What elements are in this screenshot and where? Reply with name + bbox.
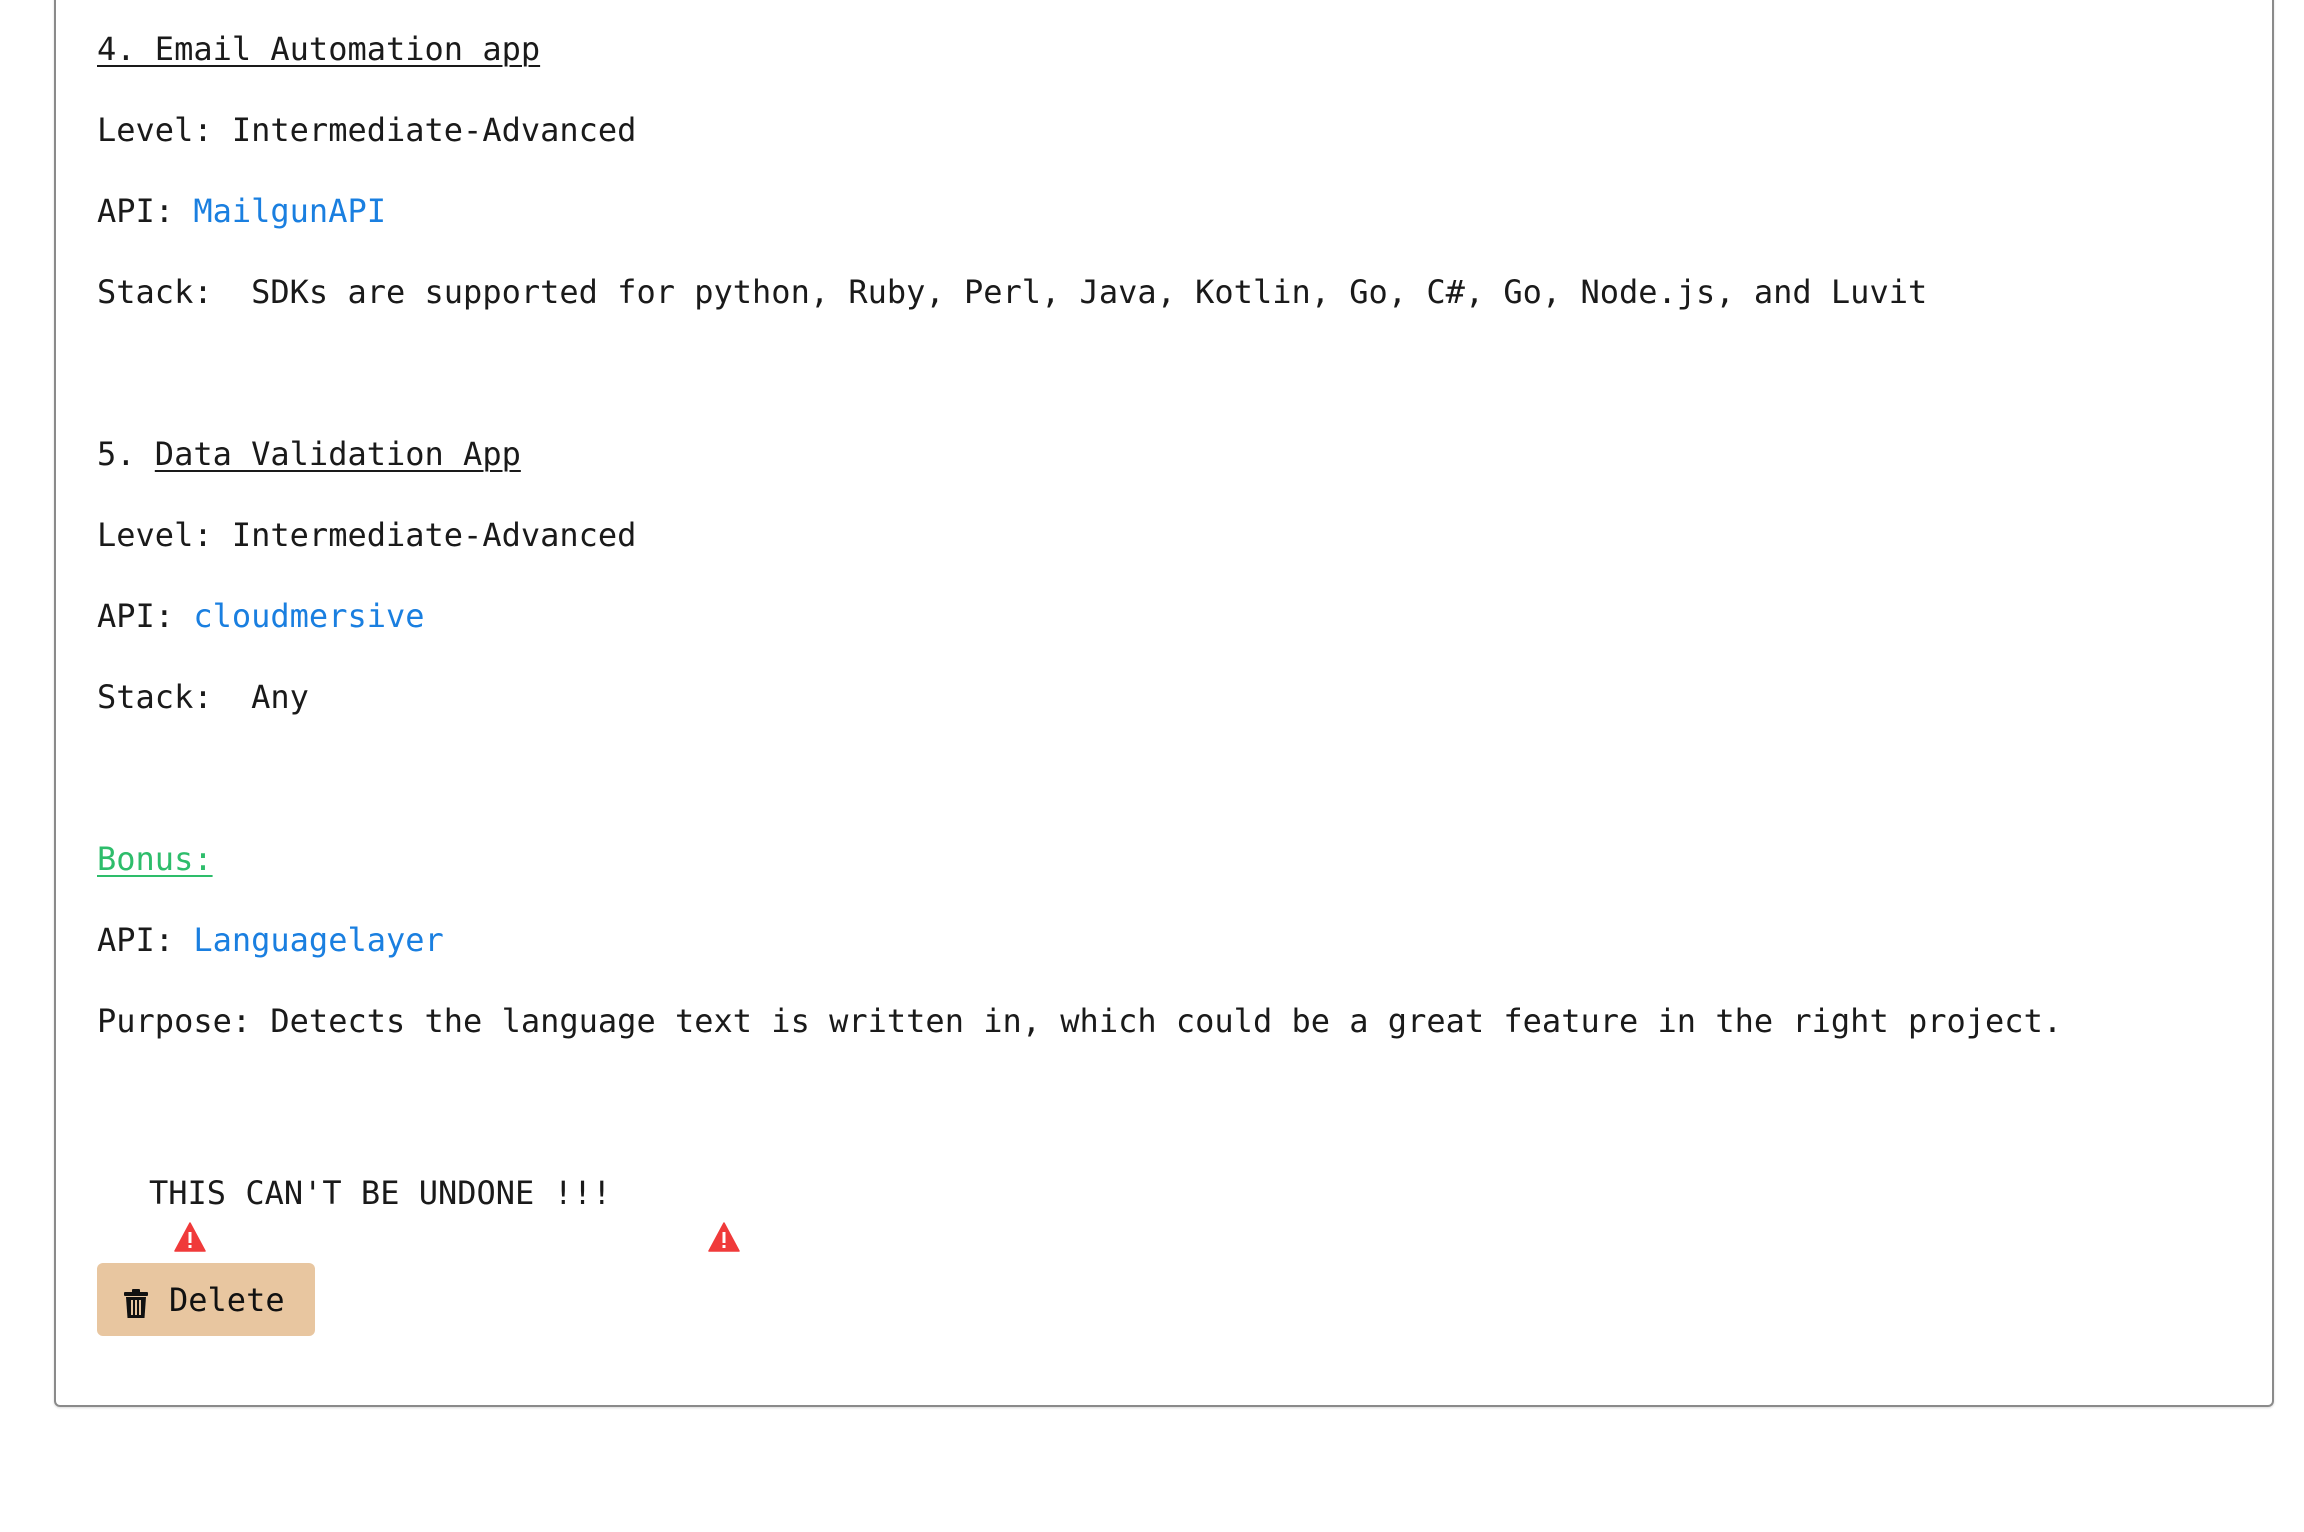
- project-5-stack: Stack: Any: [97, 678, 309, 716]
- mailgun-api-link[interactable]: MailgunAPI: [193, 192, 386, 230]
- project-5-title: 5. Data Validation App: [97, 434, 521, 474]
- bonus-heading: Bonus:: [97, 840, 213, 878]
- warning-text: THIS CAN'T BE UNDONE !!!: [149, 1174, 612, 1212]
- cloudmersive-link[interactable]: cloudmersive: [193, 597, 424, 635]
- project-5-level: Level: Intermediate-Advanced: [97, 516, 637, 554]
- api-label: API:: [97, 921, 194, 959]
- api-label: API:: [97, 597, 194, 635]
- trash-icon: [123, 1288, 149, 1319]
- project-5-name: Data Validation App: [154, 435, 521, 473]
- api-label: API:: [97, 192, 194, 230]
- bonus-purpose: Purpose: Detects the language text is wr…: [97, 1002, 2063, 1040]
- bonus-api: API: Languagelayer: [97, 920, 444, 960]
- project-5-api: API: cloudmersive: [97, 596, 425, 636]
- project-5-number: 5.: [97, 435, 155, 473]
- project-4-level: Level: Intermediate-Advanced: [97, 111, 637, 149]
- languagelayer-link[interactable]: Languagelayer: [193, 921, 443, 959]
- delete-button-label: Delete: [169, 1280, 285, 1319]
- warning-message: THIS CAN'T BE UNDONE !!!: [97, 1169, 741, 1252]
- project-4-stack: Stack: SDKs are supported for python, Ru…: [97, 273, 1928, 311]
- warning-triangle-icon: [631, 1184, 741, 1252]
- warning-triangle-icon: [97, 1184, 206, 1252]
- project-4-api: API: MailgunAPI: [97, 191, 386, 231]
- project-4-title: 4. Email Automation app: [97, 30, 541, 68]
- delete-button[interactable]: Delete: [97, 1263, 315, 1336]
